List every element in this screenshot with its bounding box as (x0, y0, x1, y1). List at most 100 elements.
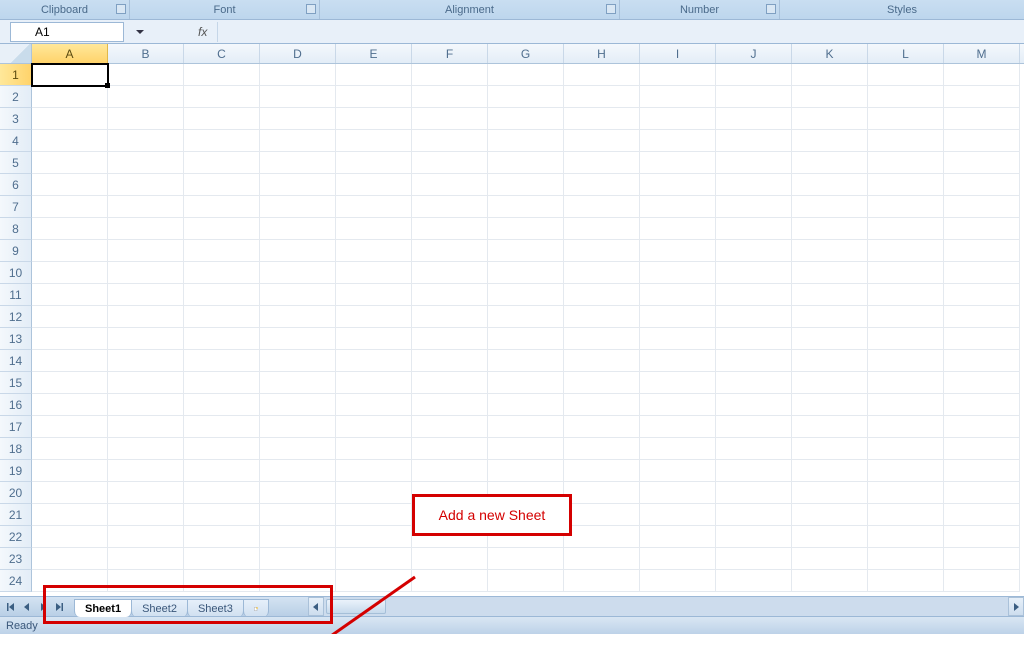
column-header[interactable]: G (488, 44, 564, 63)
cell[interactable] (868, 394, 944, 416)
cell[interactable] (184, 372, 260, 394)
cell[interactable] (108, 482, 184, 504)
cell[interactable] (640, 416, 716, 438)
cell[interactable] (488, 240, 564, 262)
cell[interactable] (944, 526, 1020, 548)
cell[interactable] (260, 174, 336, 196)
cell[interactable] (716, 438, 792, 460)
cell[interactable] (260, 306, 336, 328)
cell[interactable] (716, 174, 792, 196)
column-header[interactable]: F (412, 44, 488, 63)
cell[interactable] (32, 394, 108, 416)
cell[interactable] (564, 108, 640, 130)
cell[interactable] (32, 306, 108, 328)
cell[interactable] (716, 130, 792, 152)
cell[interactable] (640, 108, 716, 130)
cell[interactable] (564, 174, 640, 196)
cell[interactable] (868, 262, 944, 284)
cell[interactable] (488, 328, 564, 350)
cell[interactable] (792, 174, 868, 196)
cell[interactable] (792, 372, 868, 394)
cell[interactable] (260, 416, 336, 438)
cell[interactable] (868, 86, 944, 108)
cell[interactable] (32, 86, 108, 108)
column-header[interactable]: L (868, 44, 944, 63)
name-box-dropdown[interactable] (132, 22, 148, 42)
select-all-corner[interactable] (0, 44, 32, 63)
cell[interactable] (868, 218, 944, 240)
sheet-tab[interactable]: Sheet3 (187, 599, 244, 617)
cell[interactable] (32, 174, 108, 196)
cell[interactable] (868, 570, 944, 592)
cell[interactable] (184, 152, 260, 174)
cell[interactable] (336, 262, 412, 284)
cell[interactable] (944, 438, 1020, 460)
cell[interactable] (260, 64, 336, 86)
cell[interactable] (716, 548, 792, 570)
row-header[interactable]: 1 (0, 64, 32, 86)
cell[interactable] (868, 548, 944, 570)
row-header[interactable]: 3 (0, 108, 32, 130)
cell[interactable] (488, 350, 564, 372)
cell[interactable] (868, 108, 944, 130)
cell[interactable] (184, 460, 260, 482)
cell[interactable] (488, 108, 564, 130)
cell[interactable] (564, 372, 640, 394)
cell[interactable] (260, 460, 336, 482)
cell[interactable] (108, 174, 184, 196)
cell[interactable] (640, 328, 716, 350)
cell[interactable] (716, 108, 792, 130)
cell[interactable] (336, 284, 412, 306)
cell[interactable] (336, 218, 412, 240)
cell[interactable] (32, 218, 108, 240)
cell[interactable] (412, 372, 488, 394)
column-header[interactable]: D (260, 44, 336, 63)
row-header[interactable]: 22 (0, 526, 32, 548)
cell[interactable] (564, 526, 640, 548)
dialog-launcher-icon[interactable] (306, 4, 316, 14)
cell[interactable] (412, 350, 488, 372)
cell[interactable] (716, 570, 792, 592)
cell[interactable] (336, 372, 412, 394)
sheet-tab[interactable]: Sheet1 (74, 599, 132, 617)
cell[interactable] (336, 196, 412, 218)
cell[interactable] (716, 394, 792, 416)
cell[interactable] (184, 504, 260, 526)
cell[interactable] (184, 196, 260, 218)
column-header[interactable]: I (640, 44, 716, 63)
horizontal-scrollbar[interactable] (308, 597, 1024, 616)
cell[interactable] (336, 460, 412, 482)
cell[interactable] (488, 306, 564, 328)
cell[interactable] (792, 306, 868, 328)
cell[interactable] (260, 504, 336, 526)
cell[interactable] (640, 152, 716, 174)
name-box[interactable]: A1 (10, 22, 124, 42)
cell[interactable] (564, 504, 640, 526)
cell[interactable] (488, 394, 564, 416)
cell[interactable] (32, 526, 108, 548)
cell[interactable] (716, 350, 792, 372)
cell[interactable] (944, 86, 1020, 108)
cell[interactable] (336, 438, 412, 460)
cell[interactable] (488, 130, 564, 152)
cell[interactable] (260, 218, 336, 240)
cell[interactable] (640, 350, 716, 372)
cell[interactable] (564, 218, 640, 240)
cell[interactable] (108, 262, 184, 284)
cell[interactable] (564, 438, 640, 460)
cell[interactable] (792, 482, 868, 504)
cell[interactable] (336, 64, 412, 86)
cell[interactable] (944, 64, 1020, 86)
cell[interactable] (792, 416, 868, 438)
cell[interactable] (868, 64, 944, 86)
cell[interactable] (108, 218, 184, 240)
cell[interactable] (564, 350, 640, 372)
cell[interactable] (792, 64, 868, 86)
cell[interactable] (336, 86, 412, 108)
cell[interactable] (640, 438, 716, 460)
cell[interactable] (108, 350, 184, 372)
dialog-launcher-icon[interactable] (606, 4, 616, 14)
cell[interactable] (260, 482, 336, 504)
cell[interactable] (792, 218, 868, 240)
cell[interactable] (564, 284, 640, 306)
